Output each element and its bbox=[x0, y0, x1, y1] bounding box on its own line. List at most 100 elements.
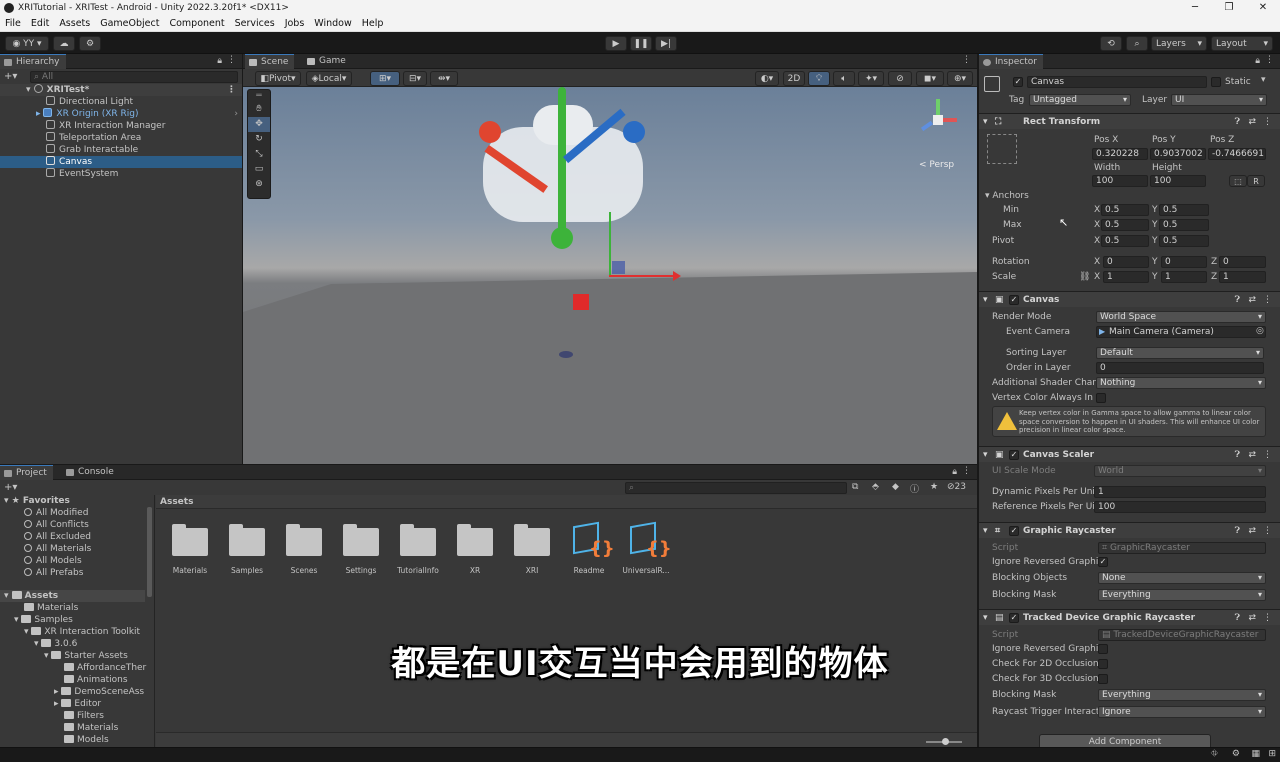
kebab-menu-icon[interactable]: ⋮ bbox=[227, 84, 236, 96]
help-icon[interactable]: ❓︎ bbox=[1235, 447, 1240, 463]
preset-icon[interactable]: ⇄ bbox=[1248, 292, 1256, 308]
anchor-min-x-field[interactable]: 0.5 bbox=[1101, 204, 1149, 216]
minimize-icon[interactable]: ─ bbox=[1178, 0, 1212, 16]
align-icon[interactable]: ⇹▾ bbox=[430, 71, 458, 86]
vertex-color-checkbox[interactable] bbox=[1096, 393, 1106, 403]
anchor-presets-icon[interactable] bbox=[987, 134, 1017, 164]
kebab-menu-icon[interactable]: ⋮ bbox=[1263, 523, 1272, 539]
pos-x-field[interactable]: 0.320228 bbox=[1092, 148, 1148, 160]
perspective-label[interactable]: < Persp bbox=[919, 160, 954, 170]
create-button[interactable]: +▾ bbox=[4, 71, 26, 83]
chevron-down-icon[interactable]: ▾ bbox=[983, 114, 988, 130]
hierarchy-item-grab-interactable[interactable]: Grab Interactable bbox=[0, 144, 242, 156]
pos-y-field[interactable]: 0.9037002 bbox=[1150, 148, 1206, 160]
render-mode-dropdown[interactable]: World Space bbox=[1096, 311, 1266, 323]
kebab-menu-icon[interactable]: ⋮ bbox=[1263, 610, 1272, 626]
canvas-scaler-enabled-checkbox[interactable]: ✓ bbox=[1009, 450, 1019, 460]
graphic-raycaster-header[interactable]: ▾ ⌗ ✓ Graphic Raycaster ❓︎ ⇄ ⋮ bbox=[979, 522, 1280, 538]
move-gizmo-x[interactable] bbox=[609, 275, 677, 277]
canvas-scaler-header[interactable]: ▾ ▣ ✓ Canvas Scaler ❓︎ ⇄ ⋮ bbox=[979, 446, 1280, 462]
hidden-packages-icon[interactable]: ⊘23 bbox=[947, 482, 966, 492]
dynamic-pixels-field[interactable]: 1 bbox=[1094, 486, 1266, 498]
pause-button[interactable]: ❚❚ bbox=[630, 36, 652, 51]
favorite-item[interactable]: All Modified bbox=[24, 507, 88, 519]
grid-snap-icon[interactable]: ⊞▾ bbox=[370, 71, 400, 86]
asset-folder-scenes[interactable]: Scenes bbox=[277, 520, 331, 575]
tab-scene[interactable]: Scene bbox=[245, 54, 295, 69]
kebab-menu-icon[interactable]: ⋮ bbox=[1263, 114, 1272, 130]
account-button[interactable]: ◉ YY ▾ bbox=[5, 36, 49, 51]
kebab-menu-icon[interactable]: ⋮ bbox=[1265, 55, 1274, 65]
scale-tool-icon[interactable]: ⤡ bbox=[248, 147, 270, 162]
asset-readme[interactable]: {} Readme bbox=[562, 520, 616, 575]
move-gizmo-plane[interactable] bbox=[612, 261, 625, 274]
blocking-objects-dropdown[interactable]: None bbox=[1098, 572, 1266, 584]
asset-folder-settings[interactable]: Settings bbox=[334, 520, 388, 575]
kebab-menu-icon[interactable]: ⋮ bbox=[962, 55, 971, 65]
lock-icon[interactable]: 🔒︎ bbox=[952, 467, 957, 477]
kebab-menu-icon[interactable]: ⋮ bbox=[1263, 292, 1272, 308]
gizmo-center[interactable] bbox=[933, 115, 943, 125]
drag-handle-icon[interactable]: ═ bbox=[248, 90, 270, 102]
menu-file[interactable]: File bbox=[0, 18, 26, 29]
tree-item[interactable]: Materials bbox=[24, 602, 78, 614]
scene-viewport[interactable]: ═ ✋︎ ✥ ↻ ⤡ ▭ ⊛ < Persp bbox=[243, 87, 977, 464]
pivot-x-field[interactable]: 0.5 bbox=[1101, 235, 1149, 247]
layer-dropdown[interactable]: UI bbox=[1171, 94, 1267, 106]
kebab-menu-icon[interactable]: ⋮ bbox=[962, 466, 971, 476]
tree-item-assets[interactable]: ▾ Assets bbox=[0, 590, 145, 602]
lock-icon[interactable]: 🔒︎ bbox=[1255, 56, 1260, 66]
help-icon[interactable]: ❓︎ bbox=[1235, 292, 1240, 308]
preset-icon[interactable]: ⇄ bbox=[1248, 610, 1256, 626]
search-by-type-icon[interactable]: ⧉ bbox=[852, 482, 858, 492]
cloud-icon[interactable]: ☁ bbox=[53, 36, 75, 51]
help-icon[interactable]: ❓︎ bbox=[1235, 610, 1240, 626]
tab-project[interactable]: Project bbox=[0, 465, 53, 480]
layout-dropdown[interactable]: Layout ▾ bbox=[1211, 36, 1273, 51]
create-button[interactable]: +▾ bbox=[4, 482, 17, 493]
notification-icon[interactable]: ⊞ bbox=[1268, 749, 1276, 759]
layers-dropdown[interactable]: Layers ▾ bbox=[1151, 36, 1207, 51]
blueprint-mode-icon[interactable]: ⬚ bbox=[1229, 175, 1247, 187]
chevron-down-icon[interactable]: ▾ bbox=[1261, 75, 1266, 85]
search-by-label-icon[interactable]: ◆ bbox=[892, 482, 899, 492]
tab-inspector[interactable]: Inspector bbox=[979, 54, 1043, 69]
menu-component[interactable]: Component bbox=[164, 18, 229, 29]
favorites-header[interactable]: ▾ ★ Favorites bbox=[4, 495, 70, 507]
tab-game[interactable]: Game bbox=[303, 54, 352, 69]
move-tool-icon[interactable]: ✥ bbox=[248, 117, 270, 132]
raycast-trigger-dropdown[interactable]: Ignore bbox=[1098, 706, 1266, 718]
tree-item[interactable]: Materials bbox=[64, 722, 118, 734]
preset-icon[interactable]: ⇄ bbox=[1248, 114, 1256, 130]
menu-window[interactable]: Window bbox=[309, 18, 356, 29]
preset-icon[interactable]: ⇄ bbox=[1248, 523, 1256, 539]
chevron-down-icon[interactable]: ▾ bbox=[983, 447, 988, 463]
anchor-max-y-field[interactable]: 0.5 bbox=[1159, 219, 1209, 231]
zoom-slider-thumb[interactable] bbox=[942, 738, 949, 745]
chevron-right-icon[interactable]: ▸ bbox=[36, 109, 41, 119]
canvas-enabled-checkbox[interactable]: ✓ bbox=[1009, 295, 1019, 305]
project-search-input[interactable]: ⌕ bbox=[625, 482, 847, 494]
ignore-reversed-checkbox[interactable]: ✓ bbox=[1098, 557, 1108, 567]
hidden-objects-icon[interactable]: ⊘ bbox=[888, 71, 912, 86]
favorite-item[interactable]: All Conflicts bbox=[24, 519, 89, 531]
info-icon[interactable]: ⓘ bbox=[910, 482, 919, 495]
object-name-field[interactable]: Canvas bbox=[1027, 76, 1207, 88]
gizmo-z-axis[interactable] bbox=[920, 120, 934, 132]
tree-item[interactable]: Models bbox=[64, 734, 109, 746]
rect-transform-header[interactable]: ▾ ⛶ Rect Transform ❓︎ ⇄ ⋮ bbox=[979, 113, 1280, 129]
scale-y-field[interactable]: 1 bbox=[1161, 271, 1207, 283]
network-icon[interactable]: ⛗ bbox=[1211, 749, 1218, 759]
step-button[interactable]: ▶| bbox=[655, 36, 677, 51]
chevron-down-icon[interactable]: ▾ bbox=[983, 523, 988, 539]
chevron-right-icon[interactable]: › bbox=[234, 108, 238, 120]
rotation-x-field[interactable]: 0 bbox=[1103, 256, 1149, 268]
rect-tool-icon[interactable]: ▭ bbox=[248, 162, 270, 177]
tab-console[interactable]: Console bbox=[62, 465, 120, 480]
shading-mode-icon[interactable]: ◐▾ bbox=[755, 71, 779, 86]
menu-help[interactable]: Help bbox=[357, 18, 389, 29]
lock-icon[interactable]: 🔒︎ bbox=[217, 56, 222, 66]
history-icon[interactable]: ⟲ bbox=[1100, 36, 1122, 51]
tracked-raycaster-enabled-checkbox[interactable]: ✓ bbox=[1009, 613, 1019, 623]
menu-jobs[interactable]: Jobs bbox=[280, 18, 310, 29]
